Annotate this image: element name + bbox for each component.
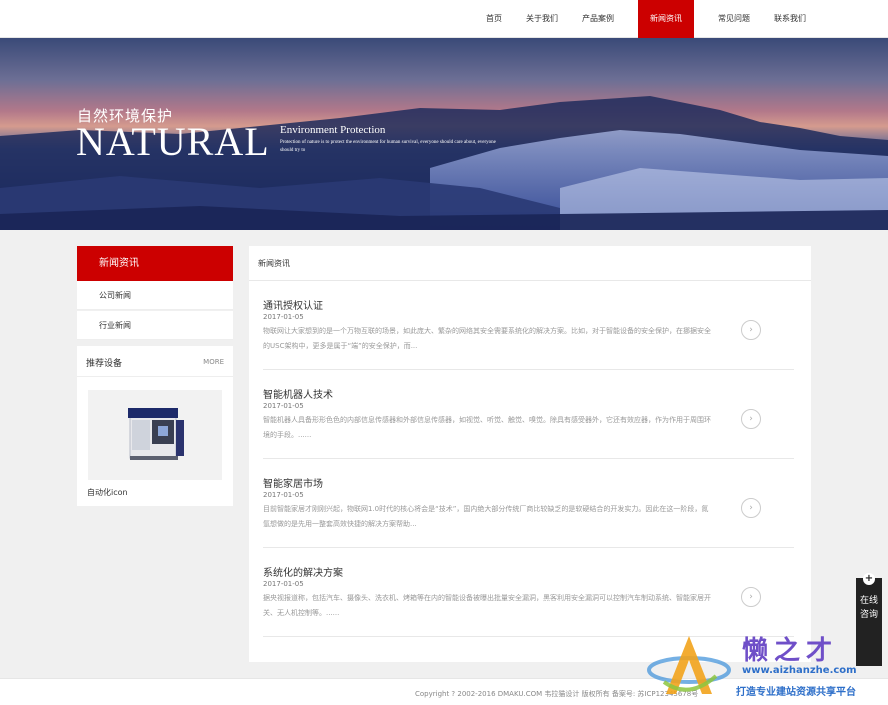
chevron-right-icon[interactable]: ›: [741, 320, 761, 340]
news-item: 智能机器人技术 2017-01-05 智能机器人具备形形色色的内部信息传感器和外…: [263, 370, 794, 459]
banner-big-title: NATURAL: [76, 119, 270, 164]
nav-item-news[interactable]: 新闻资讯: [638, 0, 694, 38]
news-date: 2017-01-05: [263, 313, 304, 321]
news-date: 2017-01-05: [263, 402, 304, 410]
watermark-url: www.aizhanzhe.com: [742, 665, 857, 676]
news-item: 通讯授权认证 2017-01-05 物联网让大家想到的是一个万物互联的场景，如此…: [263, 281, 794, 370]
sidebar-item-industry-news[interactable]: 行业新闻: [77, 311, 233, 340]
sidebar-heading: 新闻资讯: [77, 246, 233, 281]
header: 首页 关于我们 产品案例 新闻资讯 常见问题 联系我们: [0, 0, 888, 38]
watermark: 懒之才 www.aizhanzhe.com 打造专业建站资源共享平台: [640, 628, 888, 705]
consult-label: 在线咨询: [859, 596, 878, 620]
watermark-logo-icon: [647, 636, 731, 694]
news-title[interactable]: 通讯授权认证: [263, 297, 323, 312]
divider: [77, 376, 233, 377]
news-title[interactable]: 智能机器人技术: [263, 386, 333, 401]
news-title[interactable]: 系统化的解决方案: [263, 564, 343, 579]
chevron-right-icon[interactable]: ›: [741, 587, 761, 607]
nav-item-faq[interactable]: 常见问题: [706, 0, 762, 38]
banner-subtitle: Environment Protection: [280, 124, 386, 136]
news-description: 物联网让大家想到的是一个万物互联的场景，如此庞大、繁杂的网络其安全需要系统化的解…: [263, 327, 711, 350]
news-title[interactable]: 智能家居市场: [263, 475, 323, 490]
recommend-title: 推荐设备: [86, 359, 123, 369]
machine-icon: [128, 408, 184, 460]
watermark-slogan: 打造专业建站资源共享平台: [736, 687, 856, 698]
chevron-right-icon[interactable]: ›: [741, 498, 761, 518]
main-nav: 首页 关于我们 产品案例 新闻资讯 常见问题 联系我们: [474, 0, 818, 38]
nav-item-products[interactable]: 产品案例: [570, 0, 626, 38]
news-description: 目前智能家居才刚刚兴起，物联网1.0时代的核心将会是“技术”，国内绝大部分传统厂…: [263, 505, 709, 528]
product-label[interactable]: 自动化icon: [87, 487, 128, 498]
news-panel: 新闻资讯 通讯授权认证 2017-01-05 物联网让大家想到的是一个万物互联的…: [249, 246, 811, 662]
news-item: 智能家居市场 2017-01-05 目前智能家居才刚刚兴起，物联网1.0时代的核…: [263, 459, 794, 548]
watermark-cn: 懒之才: [742, 636, 839, 666]
recommend-more-link[interactable]: MORE: [203, 358, 224, 366]
sidebar-item-company-news[interactable]: 公司新闻: [77, 281, 233, 310]
nav-item-contact[interactable]: 联系我们: [762, 0, 818, 38]
news-description: 智能机器人具备形形色色的内部信息传感器和外部信息传感器，如视觉、听觉、触觉、嗅觉…: [263, 416, 711, 439]
banner-small-text: Protection of nature is to protect the e…: [280, 140, 496, 153]
news-date: 2017-01-05: [263, 491, 304, 499]
product-image[interactable]: [88, 390, 222, 480]
recommend-panel: 推荐设备 MORE 自动化icon: [77, 346, 233, 506]
news-description: 据央视报道称，包括汽车、摄像头、洗衣机、烤箱等在内的智能设备被曝出批量安全漏洞，…: [263, 594, 711, 617]
panel-title: 新闻资讯: [258, 259, 290, 268]
nav-item-home[interactable]: 首页: [474, 0, 514, 38]
plus-icon: +: [863, 573, 875, 585]
news-item: 系统化的解决方案 2017-01-05 据央视报道称，包括汽车、摄像头、洗衣机、…: [263, 548, 794, 637]
hero-banner: 自然环境保护 NATURAL Environment Protection Pr…: [0, 38, 888, 230]
chevron-right-icon[interactable]: ›: [741, 409, 761, 429]
news-date: 2017-01-05: [263, 580, 304, 588]
nav-item-about[interactable]: 关于我们: [514, 0, 570, 38]
